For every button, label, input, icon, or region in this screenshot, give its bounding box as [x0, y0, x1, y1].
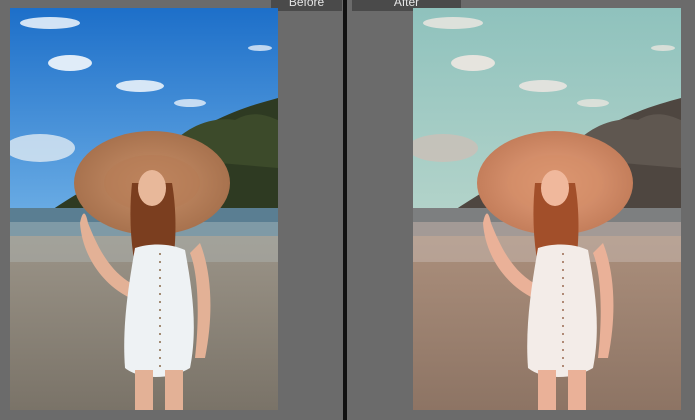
after-photo [413, 8, 681, 410]
woman-in-sun-hat-photo-after [413, 8, 681, 410]
woman-in-sun-hat-photo-before [10, 8, 278, 410]
before-photo [10, 8, 278, 410]
before-label: Before [271, 0, 342, 11]
